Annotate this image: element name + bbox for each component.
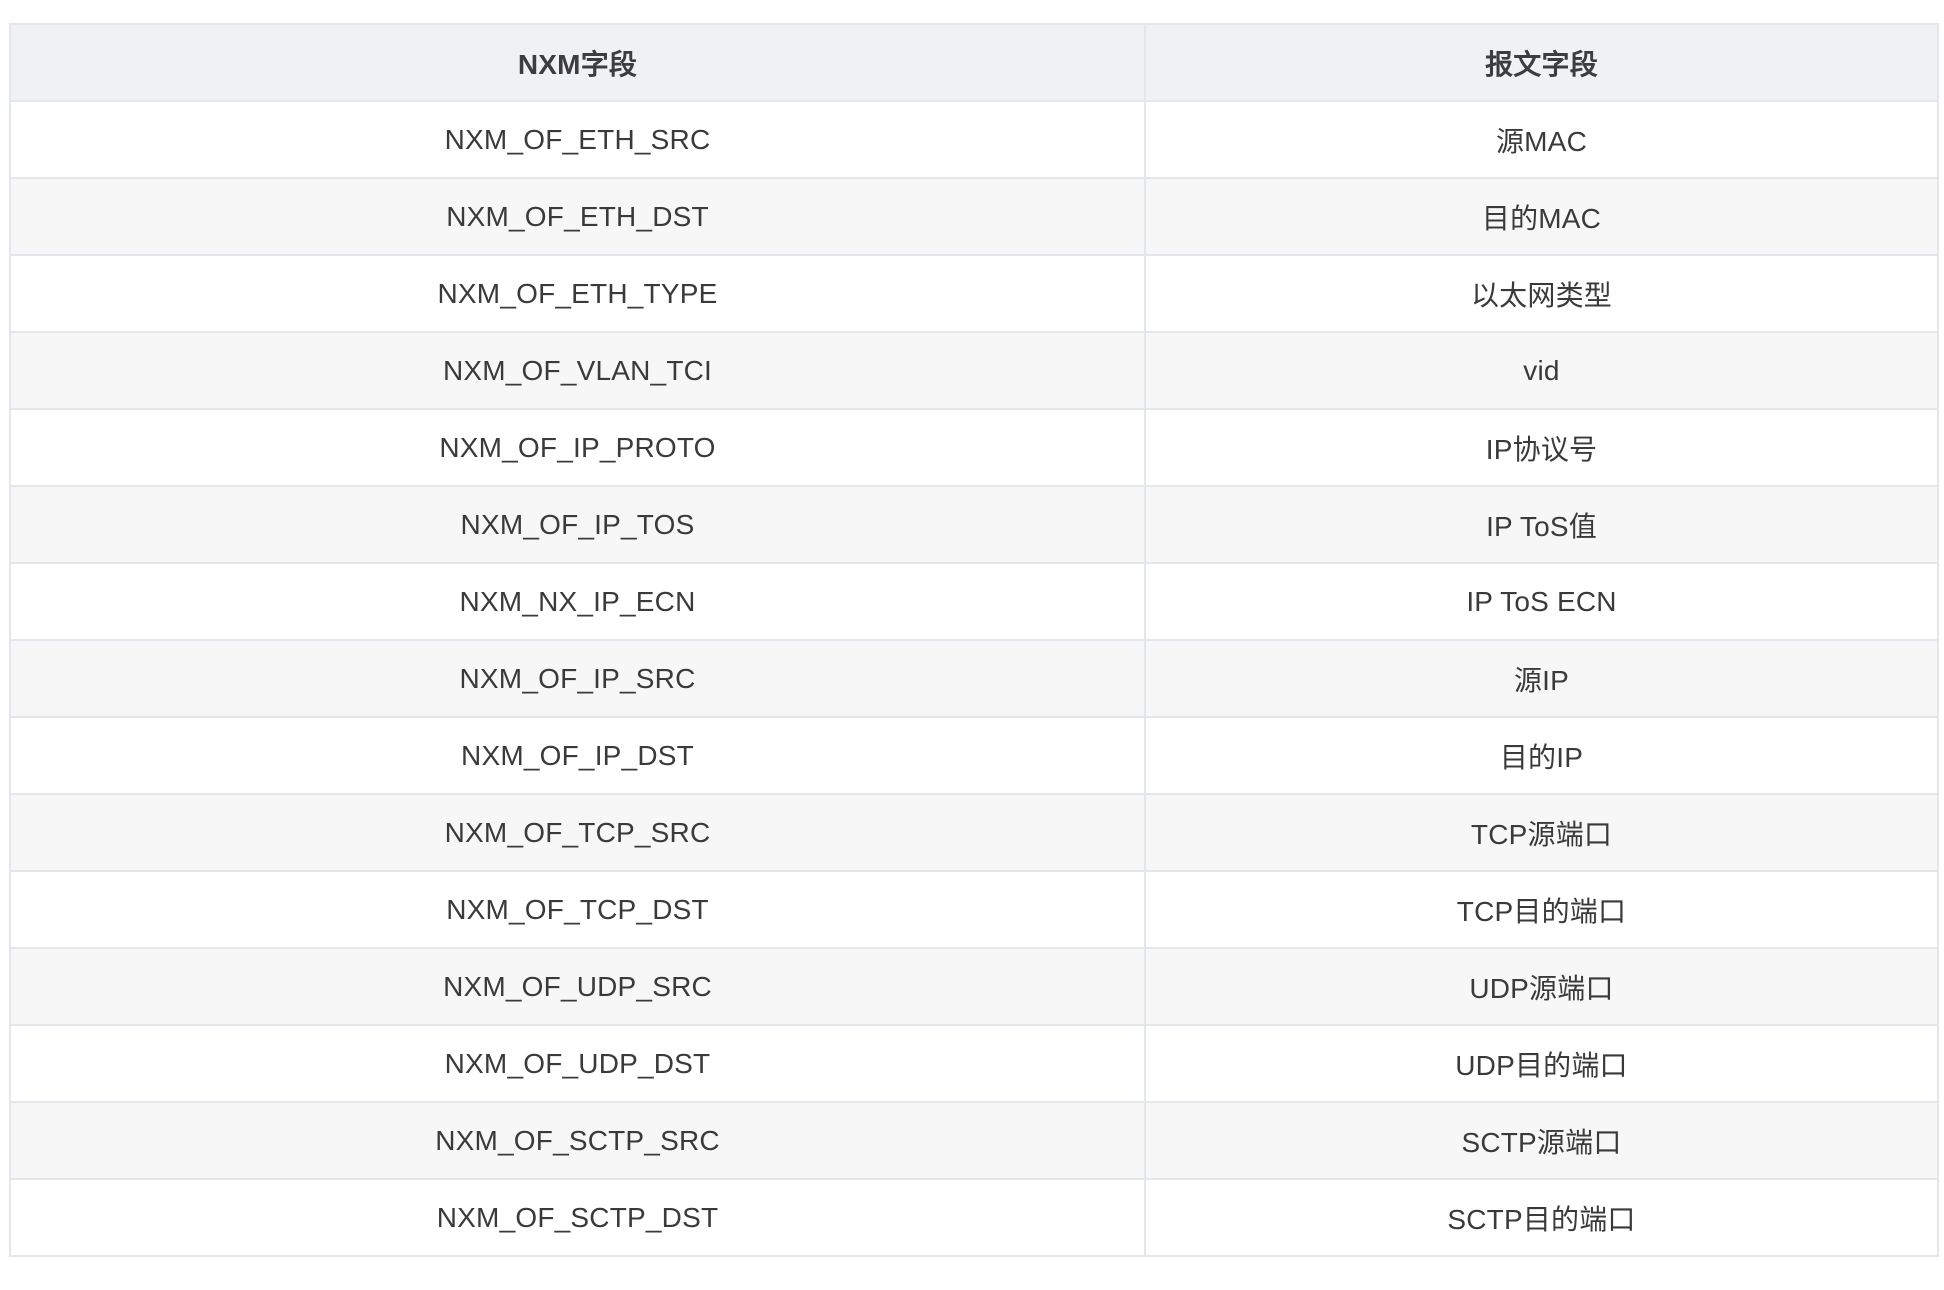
nxm-field-cell: NXM_OF_UDP_SRC — [9, 947, 1146, 1026]
packet-field-cell: UDP源端口 — [1144, 947, 1939, 1026]
packet-field-cell: TCP源端口 — [1144, 793, 1939, 872]
nxm-field-cell: NXM_OF_IP_TOS — [9, 485, 1146, 564]
nxm-field-cell: NXM_OF_IP_DST — [9, 716, 1146, 795]
table-row: NXM_OF_TCP_DST TCP目的端口 — [9, 870, 1939, 949]
nxm-field-cell: NXM_OF_TCP_DST — [9, 870, 1146, 949]
packet-field-cell: IP ToS ECN — [1144, 562, 1939, 641]
packet-field-cell: 源MAC — [1144, 100, 1939, 179]
table-row: NXM_OF_ETH_TYPE 以太网类型 — [9, 254, 1939, 333]
nxm-field-cell: NXM_OF_UDP_DST — [9, 1024, 1146, 1103]
table-header-row: NXM字段 报文字段 — [9, 23, 1939, 102]
packet-field-cell: 目的IP — [1144, 716, 1939, 795]
nxm-field-cell: NXM_OF_IP_PROTO — [9, 408, 1146, 487]
nxm-field-cell: NXM_OF_TCP_SRC — [9, 793, 1146, 872]
table-row: NXM_OF_SCTP_SRC SCTP源端口 — [9, 1101, 1939, 1180]
nxm-field-table-container: NXM字段 报文字段 NXM_OF_ETH_SRC 源MAC NXM_OF_ET… — [9, 23, 1939, 1257]
table-row: NXM_OF_UDP_DST UDP目的端口 — [9, 1024, 1939, 1103]
nxm-field-cell: NXM_OF_VLAN_TCI — [9, 331, 1146, 410]
table-row: NXM_OF_UDP_SRC UDP源端口 — [9, 947, 1939, 1026]
table-header: NXM字段 报文字段 — [9, 23, 1939, 102]
table-body: NXM_OF_ETH_SRC 源MAC NXM_OF_ETH_DST 目的MAC… — [9, 100, 1939, 1257]
table-row: NXM_OF_ETH_DST 目的MAC — [9, 177, 1939, 256]
nxm-field-cell: NXM_OF_SCTP_DST — [9, 1178, 1146, 1257]
column-header-nxm-field: NXM字段 — [9, 23, 1146, 102]
nxm-field-cell: NXM_OF_SCTP_SRC — [9, 1101, 1146, 1180]
table-row: NXM_OF_IP_DST 目的IP — [9, 716, 1939, 795]
packet-field-cell: 以太网类型 — [1144, 254, 1939, 333]
table-row: NXM_OF_VLAN_TCI vid — [9, 331, 1939, 410]
packet-field-cell: IP ToS值 — [1144, 485, 1939, 564]
table-row: NXM_OF_IP_PROTO IP协议号 — [9, 408, 1939, 487]
table-row: NXM_OF_TCP_SRC TCP源端口 — [9, 793, 1939, 872]
packet-field-cell: UDP目的端口 — [1144, 1024, 1939, 1103]
nxm-field-table: NXM字段 报文字段 NXM_OF_ETH_SRC 源MAC NXM_OF_ET… — [9, 23, 1939, 1257]
packet-field-cell: SCTP目的端口 — [1144, 1178, 1939, 1257]
table-row: NXM_NX_IP_ECN IP ToS ECN — [9, 562, 1939, 641]
nxm-field-cell: NXM_OF_ETH_DST — [9, 177, 1146, 256]
packet-field-cell: vid — [1144, 331, 1939, 410]
nxm-field-cell: NXM_OF_ETH_TYPE — [9, 254, 1146, 333]
packet-field-cell: 目的MAC — [1144, 177, 1939, 256]
packet-field-cell: SCTP源端口 — [1144, 1101, 1939, 1180]
table-row: NXM_OF_SCTP_DST SCTP目的端口 — [9, 1178, 1939, 1257]
nxm-field-cell: NXM_OF_IP_SRC — [9, 639, 1146, 718]
column-header-packet-field: 报文字段 — [1144, 23, 1939, 102]
table-row: NXM_OF_ETH_SRC 源MAC — [9, 100, 1939, 179]
table-row: NXM_OF_IP_SRC 源IP — [9, 639, 1939, 718]
packet-field-cell: TCP目的端口 — [1144, 870, 1939, 949]
nxm-field-cell: NXM_OF_ETH_SRC — [9, 100, 1146, 179]
table-row: NXM_OF_IP_TOS IP ToS值 — [9, 485, 1939, 564]
packet-field-cell: IP协议号 — [1144, 408, 1939, 487]
nxm-field-cell: NXM_NX_IP_ECN — [9, 562, 1146, 641]
packet-field-cell: 源IP — [1144, 639, 1939, 718]
